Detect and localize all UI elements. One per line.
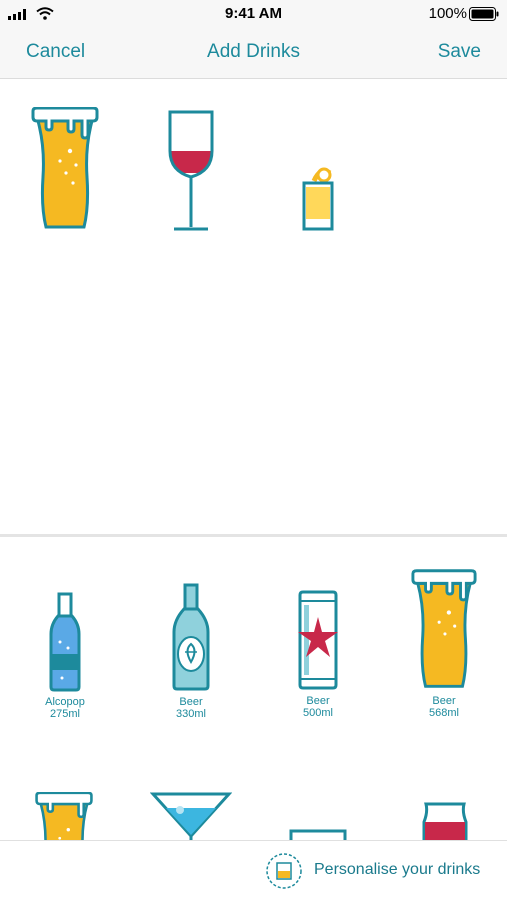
catalog-item-alcopop[interactable]: Alcopop 275ml bbox=[15, 592, 115, 720]
save-button[interactable]: Save bbox=[438, 41, 481, 63]
catalog-item-beer-can[interactable]: Beer 500ml bbox=[268, 589, 368, 719]
battery-percentage: 100% bbox=[428, 5, 467, 22]
beer-can-icon bbox=[298, 590, 338, 690]
catalog-item-beer-pint[interactable]: Beer 568ml bbox=[394, 567, 494, 719]
personalise-label[interactable]: Personalise your drinks bbox=[314, 861, 480, 879]
wine-tumbler-icon[interactable] bbox=[420, 802, 470, 840]
drink-size: 330ml bbox=[176, 708, 206, 720]
drink-label: Alcopop bbox=[45, 696, 85, 708]
beer-bottle-icon bbox=[172, 583, 210, 691]
personalise-glass-icon bbox=[266, 853, 302, 889]
shot-glass-icon[interactable] bbox=[298, 165, 338, 235]
battery-icon bbox=[469, 7, 499, 21]
pint-glass-icon[interactable] bbox=[30, 107, 100, 231]
status-bar: 9:41 AM 100% bbox=[0, 0, 507, 28]
selected-drinks-area bbox=[0, 79, 507, 534]
drink-size: 275ml bbox=[50, 708, 80, 720]
beer-pint-glass-icon bbox=[411, 569, 477, 688]
cocktail-glass-icon[interactable] bbox=[150, 790, 232, 840]
navigation-bar: Cancel Add Drinks Save bbox=[0, 28, 507, 79]
tumbler-glass-icon[interactable] bbox=[289, 829, 347, 840]
drink-size: 568ml bbox=[429, 707, 459, 719]
wine-glass-icon[interactable] bbox=[166, 109, 216, 233]
drink-label: Beer bbox=[306, 695, 330, 707]
alcopop-bottle-icon bbox=[49, 592, 81, 692]
drink-label: Beer bbox=[179, 696, 203, 708]
drink-catalog: Alcopop 275ml Beer 330ml Beer 500ml Beer… bbox=[0, 537, 507, 840]
drink-size: 500ml bbox=[303, 707, 333, 719]
drink-label: Beer bbox=[432, 695, 456, 707]
catalog-item-beer-bottle[interactable]: Beer 330ml bbox=[141, 582, 241, 720]
cancel-button[interactable]: Cancel bbox=[26, 41, 85, 63]
page-title: Add Drinks bbox=[207, 41, 300, 62]
bottom-bar: Personalise your drinks bbox=[0, 840, 507, 901]
pint-glass-icon[interactable] bbox=[34, 792, 94, 840]
